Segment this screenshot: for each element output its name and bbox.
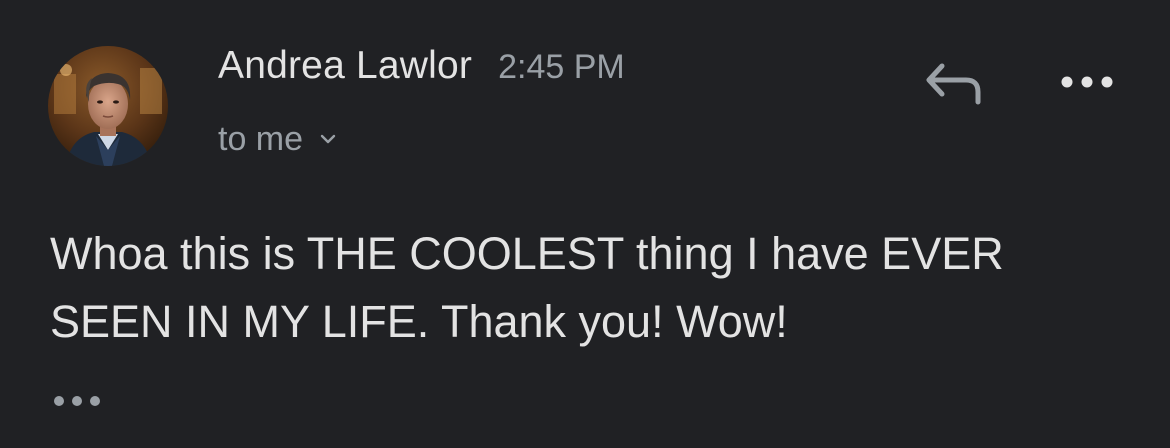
- recipient-toggle[interactable]: to me: [218, 116, 339, 162]
- message-timestamp: 2:45 PM: [498, 48, 625, 86]
- recipient-label: to me: [218, 119, 304, 158]
- email-message: Andrea Lawlor 2:45 PM to me Whoa this is…: [0, 0, 1170, 448]
- message-body-line: Whoa this is THE COOLEST thing I have EV…: [50, 228, 1004, 279]
- show-trimmed-content-button[interactable]: [46, 384, 110, 418]
- message-body: Whoa this is THE COOLEST thing I have EV…: [50, 220, 1140, 356]
- avatar-photo: [48, 46, 168, 166]
- sender-avatar[interactable]: [48, 46, 168, 166]
- show-trimmed-content-icon: [54, 396, 100, 406]
- reply-button[interactable]: [920, 56, 988, 112]
- message-body-line: SEEN IN MY LIFE. Thank you! Wow!: [50, 296, 788, 347]
- sender-header: Andrea Lawlor 2:45 PM: [218, 44, 625, 96]
- chevron-down-icon: [317, 128, 339, 150]
- sender-name[interactable]: Andrea Lawlor: [218, 44, 472, 88]
- more-options-icon: [1061, 76, 1113, 88]
- reply-arrow-icon: [926, 63, 981, 105]
- more-options-button[interactable]: [1052, 62, 1122, 102]
